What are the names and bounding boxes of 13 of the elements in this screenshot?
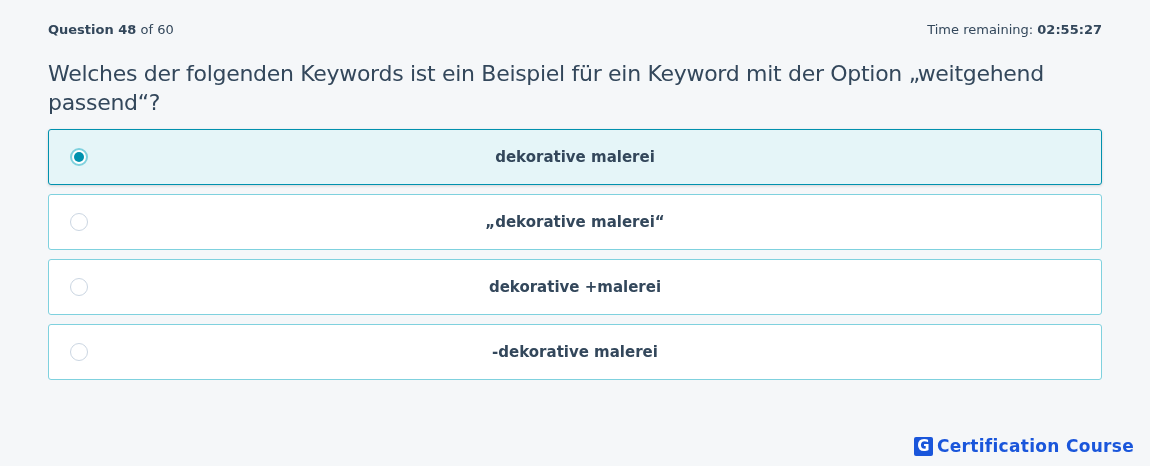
answer-option[interactable]: -dekorative malerei <box>48 324 1102 380</box>
radio-button[interactable] <box>70 278 88 296</box>
answer-option[interactable]: dekorative +malerei <box>48 259 1102 315</box>
radio-button[interactable] <box>70 213 88 231</box>
answer-option[interactable]: dekorative malerei <box>48 129 1102 185</box>
question-text: Welches der folgenden Keywords ist ein Beispiel für ein Keyword mit der Option „weitgehend passend“? <box>48 60 1045 117</box>
logo-icon: G <box>913 436 933 456</box>
question-counter: Question 48 of 60 <box>48 22 174 37</box>
radio-button[interactable] <box>70 148 88 166</box>
brand-name: Certification Course <box>936 436 1134 456</box>
radio-button[interactable] <box>70 343 88 361</box>
answer-option[interactable]: „dekorative malerei“ <box>48 194 1102 250</box>
time-remaining: Time remaining: 02:55:27 <box>927 22 1102 37</box>
